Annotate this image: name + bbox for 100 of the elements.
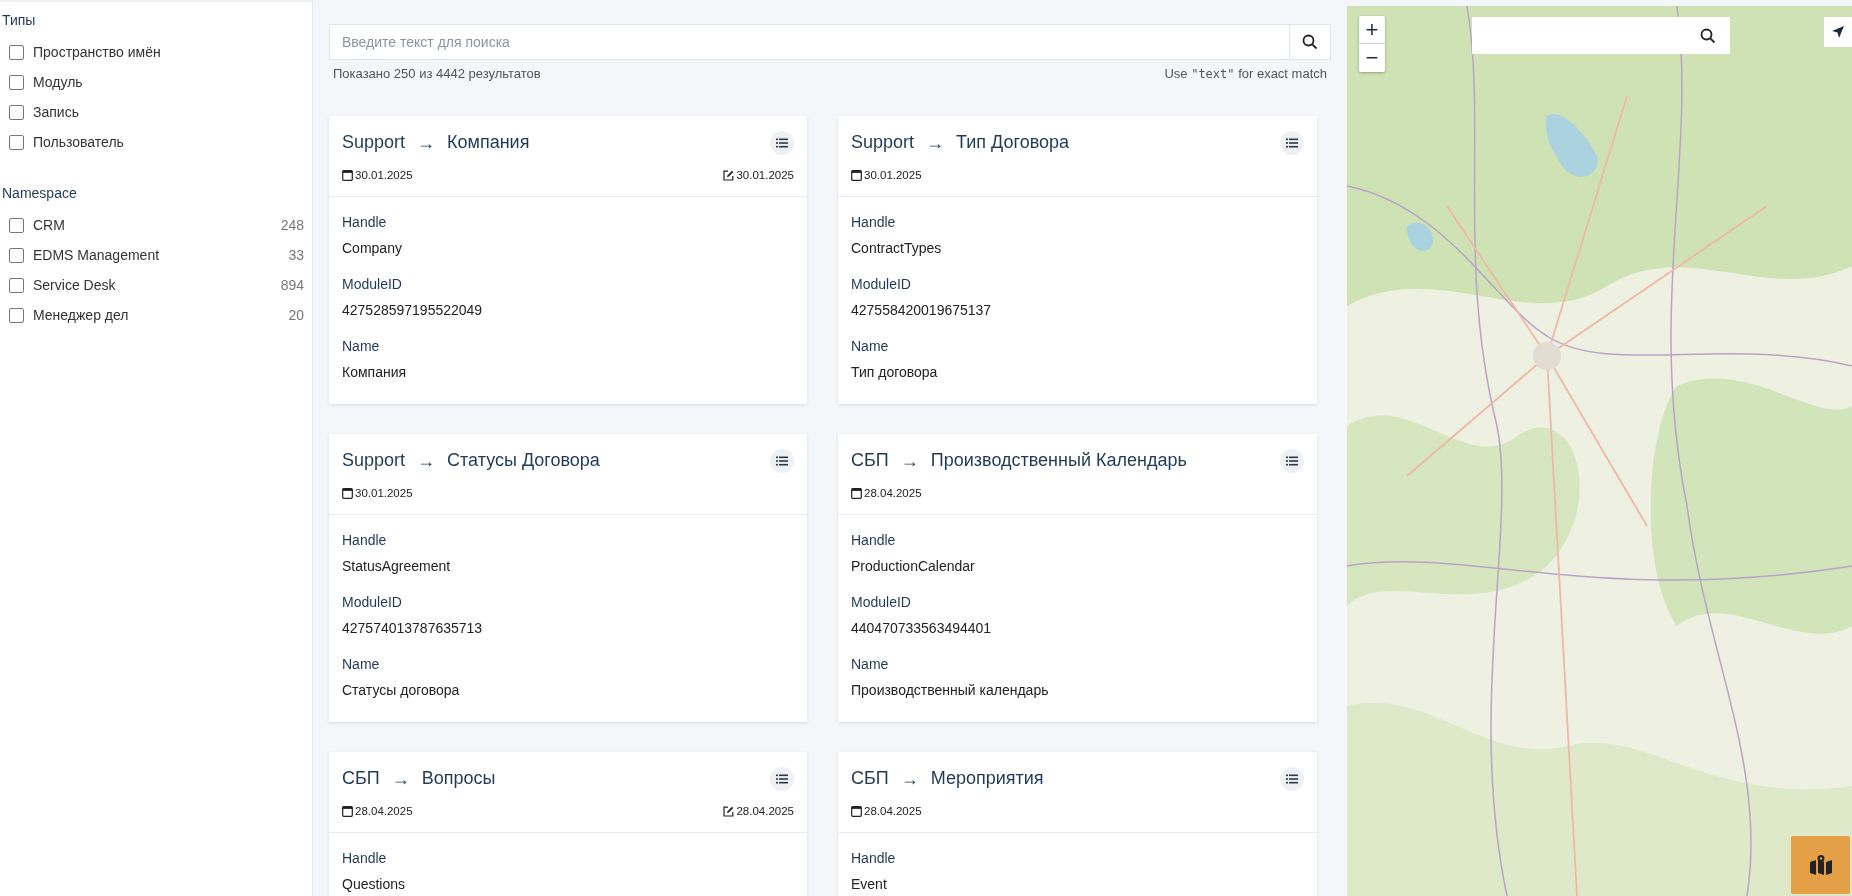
field-value: 427528597195522049	[342, 300, 484, 319]
filter-label[interactable]: Service Desk	[33, 274, 281, 296]
field-label: Handle	[342, 212, 388, 231]
field-label: Name	[851, 654, 890, 673]
edit-icon	[723, 169, 735, 181]
card-namespace: Support	[342, 131, 406, 154]
field-value: 427558420019675137	[851, 300, 993, 319]
filter-label[interactable]: Менеджер дел	[33, 304, 289, 326]
filter-label[interactable]: EDMS Management	[33, 244, 289, 266]
created-date: 30.01.2025	[864, 167, 922, 183]
created-date: 30.01.2025	[355, 485, 413, 501]
field-label: Handle	[342, 848, 388, 867]
field-value: StatusAgreement	[342, 556, 452, 575]
zoom-in-button[interactable]: +	[1359, 16, 1385, 44]
filter-label[interactable]: Пространство имён	[33, 41, 304, 63]
filter-label[interactable]: Запись	[33, 101, 304, 123]
created-date: 28.04.2025	[355, 803, 413, 819]
locate-button[interactable]	[1824, 17, 1852, 47]
arrow-text: →	[900, 449, 919, 473]
filter-label[interactable]: Модуль	[33, 71, 304, 93]
checkbox[interactable]	[9, 104, 24, 120]
calendar-icon	[851, 805, 862, 817]
section-title: Namespace	[1, 184, 78, 203]
checkbox[interactable]	[9, 217, 24, 233]
field-label: ModuleID	[851, 274, 912, 293]
arrow-text: →	[391, 767, 410, 791]
field-label: Name	[851, 336, 890, 355]
section-title: Типы	[1, 11, 37, 30]
field-label: Name	[342, 654, 381, 673]
card-namespace: Support	[342, 449, 406, 472]
field-label: Handle	[342, 530, 388, 549]
calendar-icon	[342, 169, 353, 181]
field-label: Handle	[851, 530, 897, 549]
field-label: ModuleID	[342, 274, 403, 293]
checkbox[interactable]	[9, 44, 24, 60]
arrow-text: →	[417, 131, 436, 155]
zoom-out-button[interactable]: −	[1359, 44, 1385, 72]
card-title: Тип Договора	[956, 131, 1071, 154]
list-icon	[1286, 137, 1298, 148]
field-value: 440470733563494401	[851, 618, 993, 637]
checkbox[interactable]	[9, 74, 24, 90]
arrow-text: →	[926, 131, 945, 155]
calendar-icon	[342, 487, 353, 499]
checkbox[interactable]	[9, 134, 24, 150]
filter-label[interactable]: CRM	[33, 214, 281, 236]
card-namespace: СБП	[851, 767, 889, 790]
arrow-text: →	[417, 449, 436, 473]
list-button[interactable]	[770, 766, 794, 791]
field-value: Компания	[342, 362, 408, 381]
filter-label[interactable]: Пользователь	[33, 131, 304, 153]
count-text: 894	[280, 275, 304, 295]
created-date: 30.01.2025	[355, 167, 413, 183]
list-button[interactable]	[1280, 766, 1304, 791]
field-value: Производственный календарь	[851, 680, 1050, 699]
list-icon	[1286, 455, 1298, 466]
card-namespace: СБП	[342, 767, 380, 790]
created-date: 28.04.2025	[864, 803, 922, 819]
navigation-arrow-icon	[1831, 25, 1845, 39]
list-icon	[1286, 773, 1298, 784]
card-title: Производственный Календарь	[930, 449, 1188, 472]
list-button[interactable]	[1280, 130, 1304, 155]
list-icon	[776, 137, 788, 148]
checkbox[interactable]	[9, 247, 24, 263]
field-value: Тип договора	[851, 362, 939, 381]
calendar-icon	[342, 805, 353, 817]
calendar-icon	[851, 487, 862, 499]
checkbox[interactable]	[9, 277, 24, 293]
count-text: 33	[288, 245, 304, 265]
created-date: 28.04.2025	[864, 485, 922, 501]
card-namespace: СБП	[851, 449, 889, 472]
count-text: 248	[280, 215, 304, 235]
edit-icon	[723, 805, 735, 817]
card-namespace: Support	[851, 131, 915, 154]
exact-match-hint: Use "text" for exact match	[1164, 65, 1327, 83]
card-title: Мероприятия	[930, 767, 1045, 790]
field-label: Name	[342, 336, 381, 355]
field-label: Handle	[851, 212, 897, 231]
map-pin-icon	[1809, 855, 1832, 875]
field-label: ModuleID	[342, 592, 403, 611]
field-value: Event	[851, 874, 888, 893]
modified-date: 30.01.2025	[736, 167, 794, 183]
card-title: Вопросы	[421, 767, 497, 790]
results-count: Показано 250 из 4442 результатов	[333, 65, 541, 83]
map-toggle-button[interactable]	[1791, 836, 1850, 894]
search-icon	[1700, 27, 1716, 44]
card-title: Статусы Договора	[447, 449, 601, 472]
card-title: Компания	[447, 131, 531, 154]
list-button[interactable]	[1280, 448, 1304, 473]
checkbox[interactable]	[9, 307, 24, 323]
modified-date: 28.04.2025	[736, 803, 794, 819]
arrow-text: →	[900, 767, 919, 791]
field-label: Handle	[851, 848, 897, 867]
calendar-icon	[851, 169, 862, 181]
field-value: 427574013787635713	[342, 618, 484, 637]
list-button[interactable]	[770, 448, 794, 473]
list-icon	[776, 773, 788, 784]
map-search-field[interactable]	[1472, 17, 1730, 54]
list-button[interactable]	[770, 130, 794, 155]
count-text: 20	[288, 305, 304, 325]
field-value: Company	[342, 238, 403, 257]
